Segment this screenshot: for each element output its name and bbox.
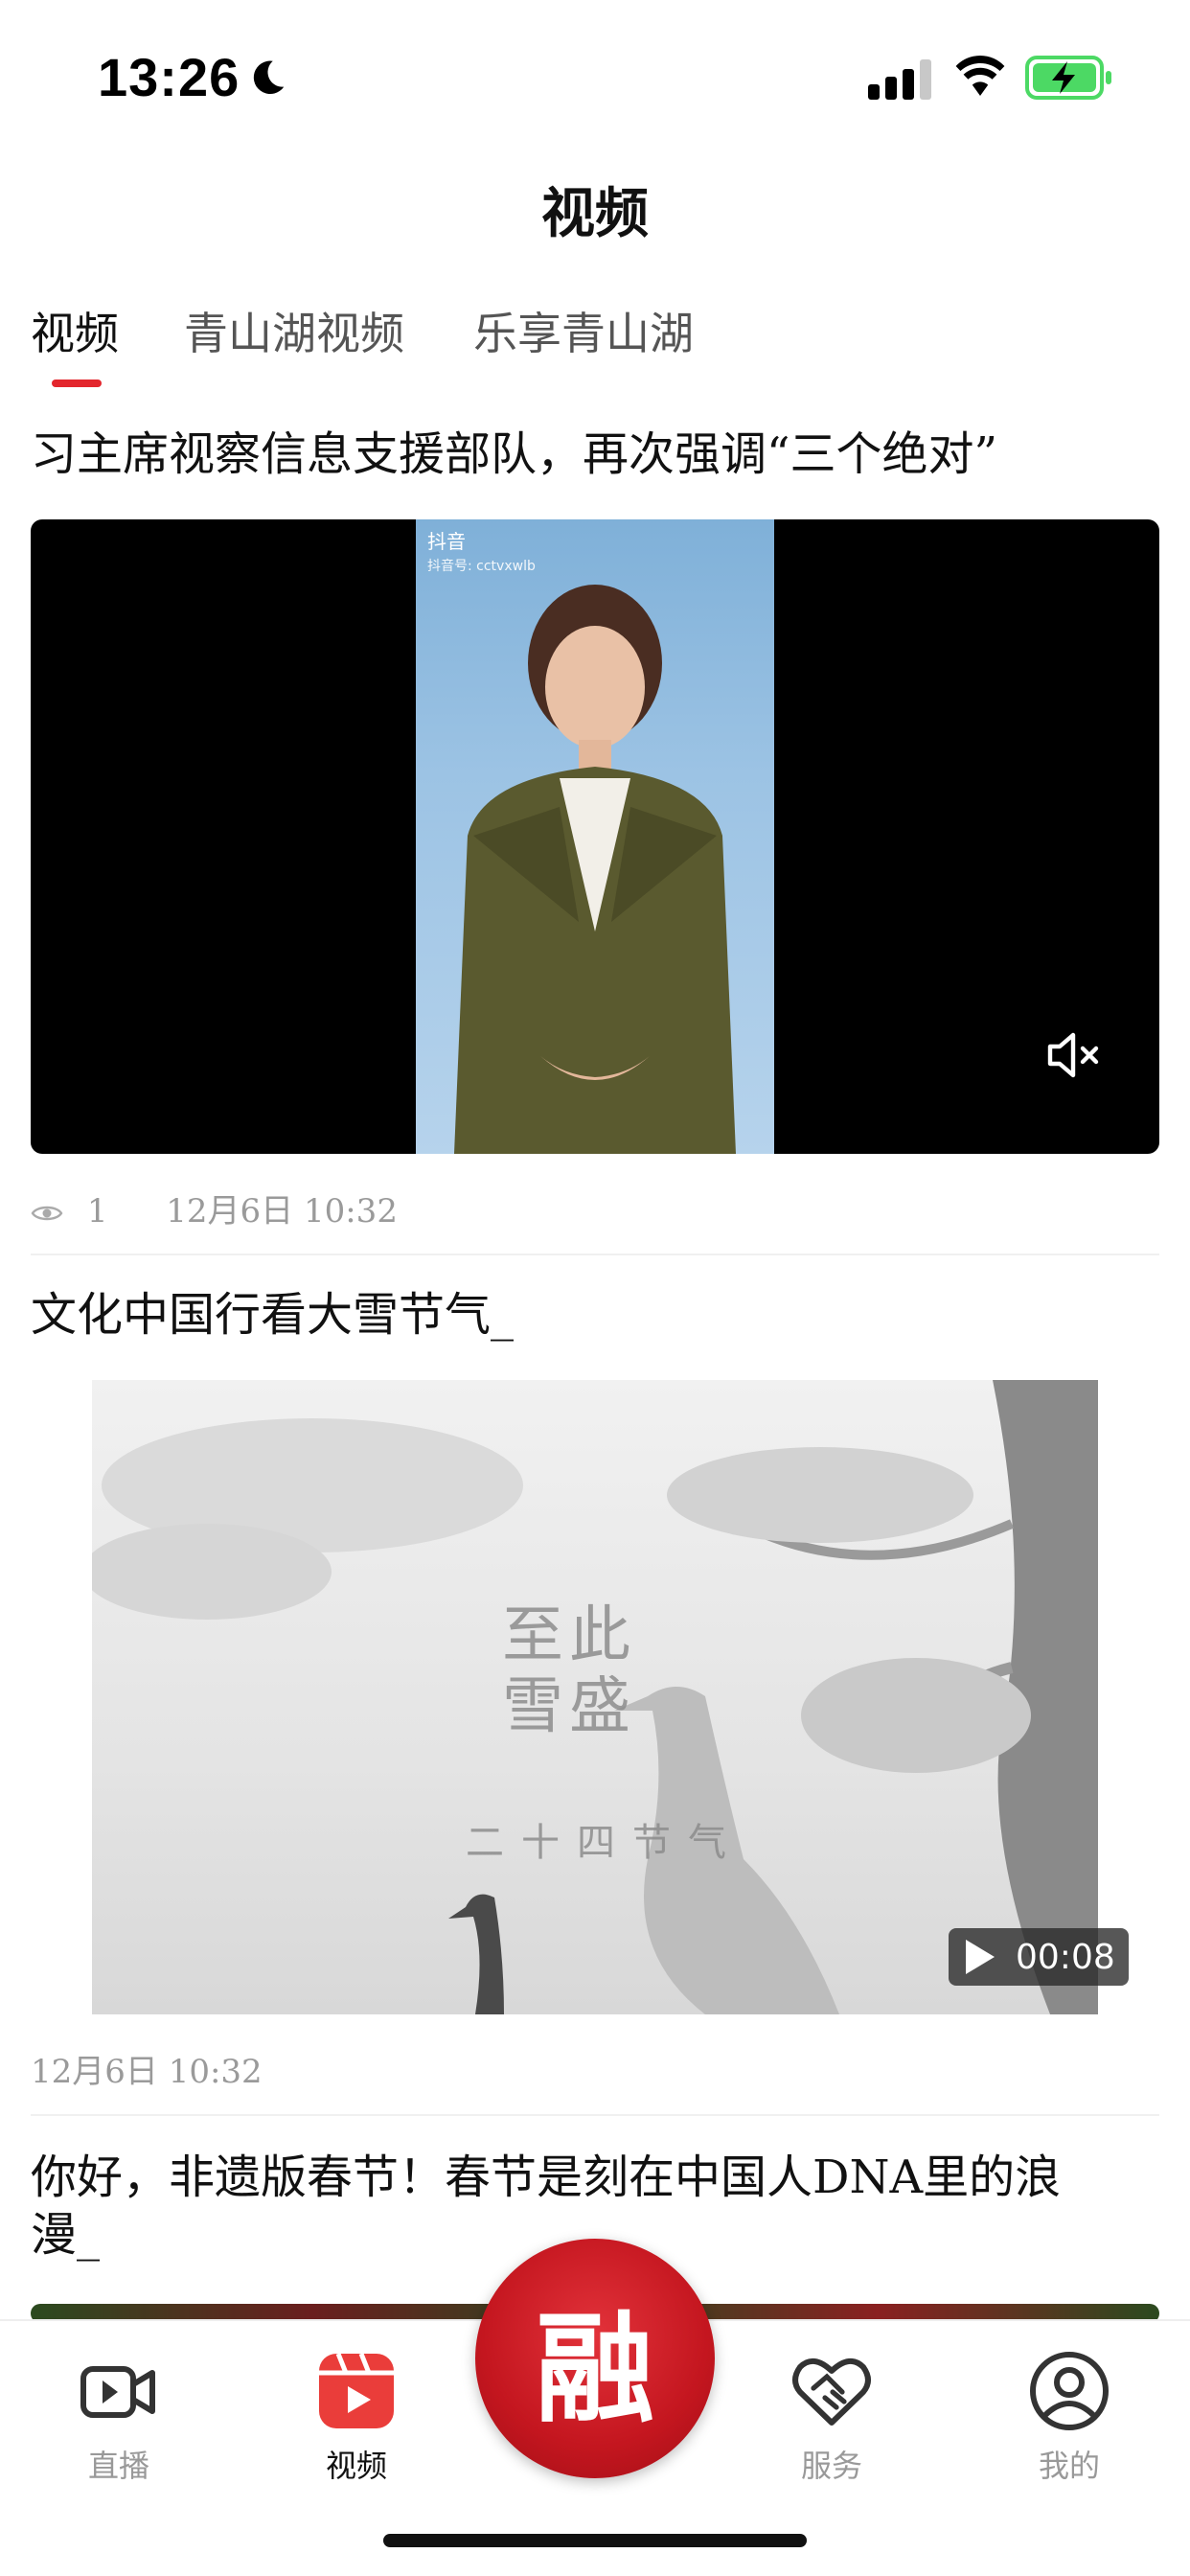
cellular-signal-icon	[868, 59, 931, 100]
eye-icon	[31, 1206, 63, 1221]
active-tab-indicator	[52, 380, 102, 387]
nav-live-label: 直播	[87, 2448, 149, 2484]
overlay-line-1: 至此	[502, 1600, 636, 1671]
publish-time-1: 12月6日 10:32	[166, 1192, 398, 1230]
news-title-1[interactable]: 习主席视察信息支援部队，再次强调“三个绝对”	[31, 426, 1161, 483]
nav-service-label: 服务	[800, 2448, 862, 2484]
tab-qingshanhu-video[interactable]: 青山湖视频	[184, 299, 404, 362]
page-title: 视频	[541, 182, 649, 245]
video-duration: 00:08	[1016, 1937, 1115, 1977]
item-meta-1: 1 12月6日 10:32	[31, 1184, 398, 1231]
nav-mine-label: 我的	[1038, 2448, 1100, 2484]
status-bar: 13:26	[0, 0, 1190, 144]
publish-time-2: 12月6日 10:32	[31, 2053, 263, 2091]
douyin-brand: 抖音	[427, 530, 466, 553]
video-camera-icon	[80, 2366, 155, 2418]
screen: 13:26 视频 视频 青山湖视频 乐享青山湖 习主席视察信息支援部队，再次强调…	[0, 0, 1190, 2576]
wifi-icon	[955, 56, 1005, 96]
tab-lexiang-qingshanhu[interactable]: 乐享青山湖	[473, 299, 694, 362]
home-indicator	[383, 2534, 807, 2547]
rong-logo: 融	[535, 2300, 654, 2439]
view-count: 1	[86, 1192, 108, 1230]
overlay-caption: 二十四节气	[466, 1821, 744, 1865]
video-play-icon	[319, 2353, 394, 2428]
user-profile-icon	[1030, 2352, 1109, 2430]
divider	[31, 2114, 1159, 2116]
rong-center-button[interactable]: 融	[475, 2239, 715, 2478]
divider	[31, 1254, 1159, 1255]
video-player-2[interactable]: 至此 雪盛 二十四节气	[92, 1380, 1098, 2014]
overlay-title: 至此 雪盛	[502, 1600, 636, 1742]
handshake-heart-icon	[792, 2358, 871, 2426]
overlay-line-2: 雪盛	[502, 1671, 636, 1742]
nav-video-label: 视频	[325, 2448, 387, 2484]
news-anchor-image	[454, 585, 736, 1154]
battery-charging-icon	[1025, 56, 1111, 100]
moon-icon	[253, 60, 285, 95]
status-time: 13:26	[98, 47, 240, 107]
nav-live[interactable]: 直播	[52, 2350, 186, 2486]
nav-mine[interactable]: 我的	[1002, 2350, 1136, 2486]
mute-icon[interactable]	[1046, 1031, 1102, 1079]
nav-service[interactable]: 服务	[765, 2350, 899, 2486]
nav-video[interactable]: 视频	[289, 2350, 423, 2486]
video-player-1[interactable]: 抖音 抖音号: cctvxwlb	[31, 519, 1159, 1154]
video-frame-anchor: 抖音 抖音号: cctvxwlb	[416, 519, 774, 1154]
news-title-2[interactable]: 文化中国行看大雪节气_	[31, 1286, 1161, 1344]
douyin-watermark: 抖音 抖音号: cctvxwlb	[427, 529, 536, 579]
douyin-account: 抖音号: cctvxwlb	[427, 559, 536, 574]
play-icon[interactable]	[958, 1936, 1000, 1978]
tab-video[interactable]: 视频	[31, 299, 119, 362]
duration-badge[interactable]: 00:08	[949, 1928, 1129, 1986]
